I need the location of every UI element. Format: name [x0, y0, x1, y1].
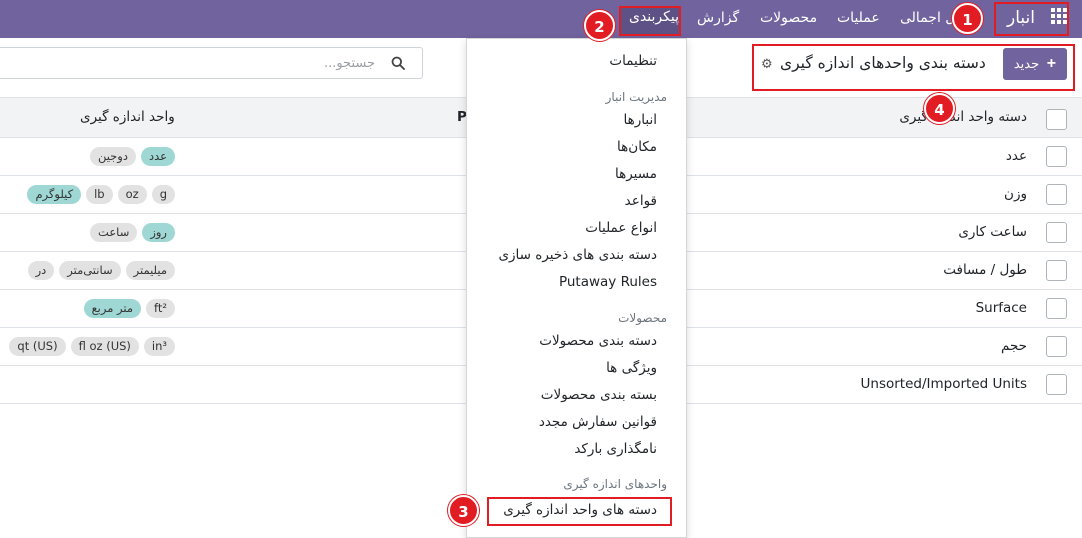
uom-tag: ft²: [146, 299, 175, 318]
row-category: ساعت کاری: [958, 224, 1027, 240]
menu-operations[interactable]: عملیات: [837, 0, 880, 38]
configuration-dropdown-menu: تنظیمات مدیریت انبار انبارها مکان‌ها مسی…: [466, 38, 687, 538]
section-header-units-of-measure: واحدهای اندازه گیری: [563, 477, 667, 491]
uom-tags: عدد دوجین: [89, 147, 175, 166]
uom-tag: کیلوگرم: [27, 185, 82, 204]
uom-tag: سانتی‌متر: [59, 261, 121, 280]
menu-item-operation-types[interactable]: انواع عملیات: [585, 220, 657, 236]
top-navbar: انبار ل اجمالی عملیات محصولات گزارش پیکر…: [0, 0, 1082, 38]
section-header-warehouse-management: مدیریت انبار: [605, 90, 667, 104]
row-checkbox[interactable]: [1046, 146, 1067, 167]
column-header-uom[interactable]: واحد اندازه گیری: [80, 109, 175, 125]
step-badge-3: 3: [448, 495, 479, 526]
uom-tag: g: [151, 185, 175, 204]
uom-tag: متر مربع: [83, 299, 142, 318]
uom-tags: ft² متر مربع: [83, 299, 175, 318]
row-category: وزن: [1004, 186, 1027, 202]
uom-tag: lb: [86, 185, 113, 204]
row-checkbox[interactable]: [1046, 374, 1067, 395]
search-box: [0, 47, 423, 79]
uom-tag: در: [27, 261, 55, 280]
menu-item-locations[interactable]: مکان‌ها: [617, 139, 657, 155]
menu-item-attributes[interactable]: ویژگی ها: [606, 360, 657, 376]
step-badge-4: 4: [924, 93, 955, 124]
menu-item-putaway-rules[interactable]: Putaway Rules: [559, 274, 657, 290]
menu-item-barcode-nomenclatures[interactable]: نامگذاری بارکد: [574, 441, 657, 457]
uom-tags: g oz lb کیلوگرم: [27, 185, 175, 204]
uom-tag: oz: [117, 185, 147, 204]
menu-item-product-categories[interactable]: دسته بندی محصولات: [539, 333, 657, 349]
menu-products[interactable]: محصولات: [760, 0, 817, 38]
menu-reporting[interactable]: گزارش: [697, 0, 739, 38]
menu-item-warehouses[interactable]: انبارها: [624, 112, 657, 128]
step-badge-2: 2: [584, 10, 615, 41]
uom-tag: ساعت: [90, 223, 138, 242]
step-badge-1: 1: [952, 3, 983, 34]
row-checkbox[interactable]: [1046, 260, 1067, 281]
select-all-checkbox[interactable]: [1046, 109, 1067, 130]
row-checkbox[interactable]: [1046, 222, 1067, 243]
row-checkbox[interactable]: [1046, 184, 1067, 205]
uom-tags: in³ fl oz (US) qt (US): [9, 337, 175, 356]
menu-item-reordering-rules[interactable]: قوانین سفارش مجدد: [539, 414, 657, 430]
row-category: حجم: [1000, 338, 1027, 354]
uom-tag: روز: [142, 223, 175, 242]
highlight-box-page-title: [752, 44, 1075, 91]
uom-tag: میلیمتر: [125, 261, 175, 280]
row-category: Unsorted/Imported Units: [860, 376, 1027, 392]
row-category: Surface: [975, 300, 1027, 316]
menu-item-rules[interactable]: قواعد: [625, 193, 657, 209]
uom-tag: عدد: [140, 147, 175, 166]
highlight-box-configuration: [619, 6, 681, 36]
highlight-box-uom-categories: [487, 497, 672, 526]
uom-tag: in³: [143, 337, 175, 356]
row-checkbox[interactable]: [1046, 298, 1067, 319]
uom-tag: qt (US): [9, 337, 66, 356]
uom-tags: میلیمتر سانتی‌متر در: [27, 261, 175, 280]
uom-tag: fl oz (US): [70, 337, 139, 356]
section-header-products: محصولات: [618, 311, 667, 325]
menu-item-product-packagings[interactable]: بسته بندی محصولات: [541, 387, 657, 403]
highlight-box-app-menu: [994, 2, 1069, 36]
row-checkbox[interactable]: [1046, 336, 1067, 357]
menu-item-settings[interactable]: تنظیمات: [609, 53, 657, 69]
search-icon[interactable]: [391, 56, 405, 70]
menu-item-storage-categories[interactable]: دسته بندی های ذخیره سازی: [498, 247, 657, 263]
menu-overview[interactable]: ل اجمالی: [900, 0, 955, 38]
search-input[interactable]: [5, 54, 375, 72]
row-category: عدد: [1005, 148, 1027, 164]
uom-tag: دوجین: [89, 147, 136, 166]
menu-item-routes[interactable]: مسیرها: [615, 166, 657, 182]
row-category: طول / مسافت: [943, 262, 1027, 278]
column-header-category[interactable]: دسته واحد اندازه گیری: [899, 109, 1027, 125]
uom-tags: روز ساعت: [90, 223, 175, 242]
